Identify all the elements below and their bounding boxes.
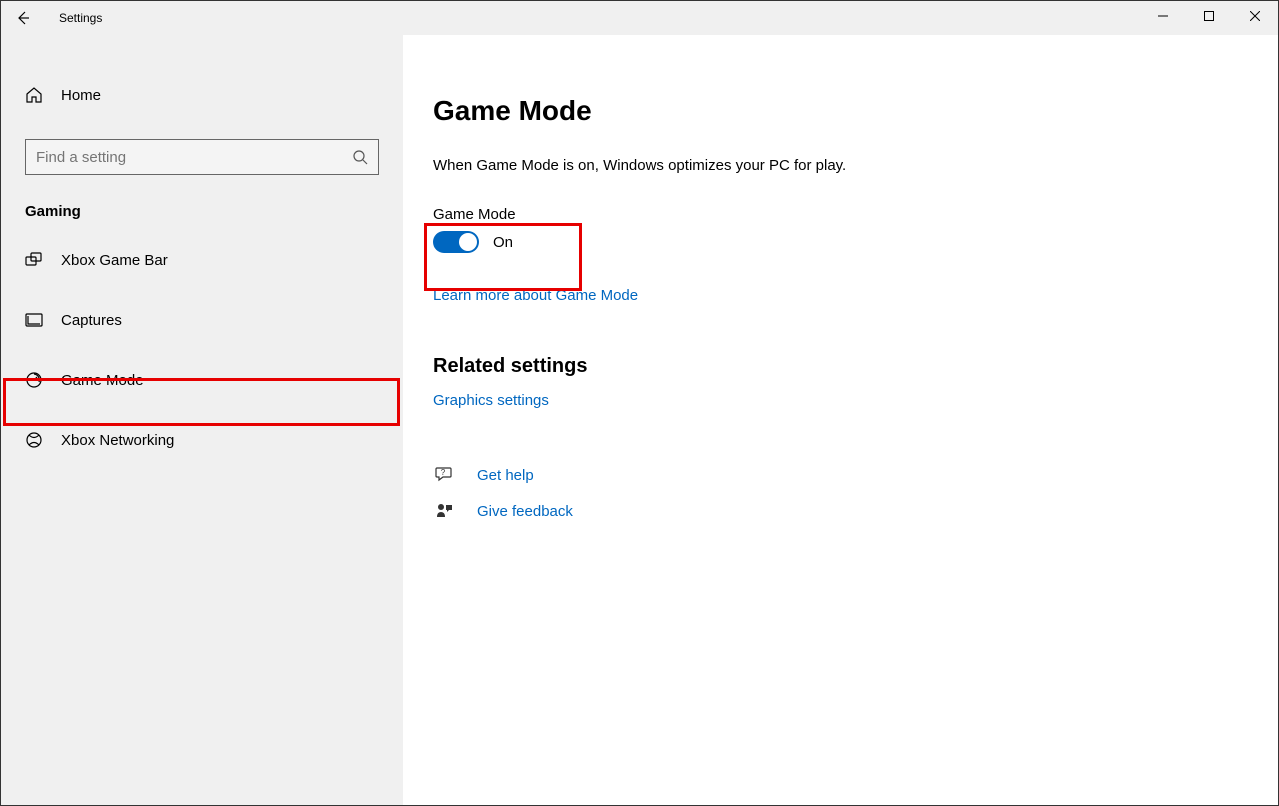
window-title: Settings <box>59 11 102 25</box>
arrow-left-icon <box>15 10 31 26</box>
sidebar-item-captures[interactable]: Captures <box>1 298 403 342</box>
page-description: When Game Mode is on, Windows optimizes … <box>433 157 1278 174</box>
get-help-row[interactable]: ? Get help <box>433 466 1278 484</box>
home-label: Home <box>61 87 101 104</box>
maximize-icon <box>1204 11 1214 21</box>
minimize-button[interactable] <box>1140 1 1186 31</box>
close-button[interactable] <box>1232 1 1278 31</box>
sidebar-item-label: Xbox Networking <box>61 432 174 449</box>
close-icon <box>1250 11 1260 21</box>
sidebar-item-label: Xbox Game Bar <box>61 252 168 269</box>
home-icon <box>25 86 43 104</box>
sidebar-item-xbox-game-bar[interactable]: Xbox Game Bar <box>1 238 403 282</box>
toggle-state-text: On <box>493 234 513 251</box>
toggle-label: Game Mode <box>433 206 1278 223</box>
game-mode-icon <box>25 371 43 389</box>
related-settings-heading: Related settings <box>433 355 1278 378</box>
sidebar-category-heading: Gaming <box>25 203 403 220</box>
sidebar: Home Gaming Xbox Game Bar <box>1 35 403 805</box>
maximize-button[interactable] <box>1186 1 1232 31</box>
sidebar-item-label: Captures <box>61 312 122 329</box>
learn-more-link[interactable]: Learn more about Game Mode <box>433 287 638 304</box>
xbox-icon <box>25 431 43 449</box>
help-icon: ? <box>433 466 457 484</box>
minimize-icon <box>1158 11 1168 21</box>
titlebar: Settings <box>1 1 1278 35</box>
get-help-link[interactable]: Get help <box>477 467 534 484</box>
search-input[interactable] <box>36 149 352 166</box>
back-button[interactable] <box>1 1 45 35</box>
toggle-knob <box>459 233 477 251</box>
give-feedback-link[interactable]: Give feedback <box>477 503 573 520</box>
svg-text:?: ? <box>441 468 446 477</box>
sidebar-item-game-mode[interactable]: Game Mode <box>1 358 403 402</box>
captures-icon <box>25 311 43 329</box>
sidebar-home[interactable]: Home <box>1 73 403 117</box>
graphics-settings-link[interactable]: Graphics settings <box>433 392 549 409</box>
page-title: Game Mode <box>433 95 1278 127</box>
sidebar-item-xbox-networking[interactable]: Xbox Networking <box>1 418 403 462</box>
sidebar-item-label: Game Mode <box>61 372 144 389</box>
game-bar-icon <box>25 251 43 269</box>
search-box[interactable] <box>25 139 379 175</box>
content: Game Mode When Game Mode is on, Windows … <box>403 35 1278 805</box>
game-mode-toggle[interactable] <box>433 231 479 253</box>
feedback-icon <box>433 502 457 520</box>
search-icon <box>352 149 368 165</box>
give-feedback-row[interactable]: Give feedback <box>433 502 1278 520</box>
